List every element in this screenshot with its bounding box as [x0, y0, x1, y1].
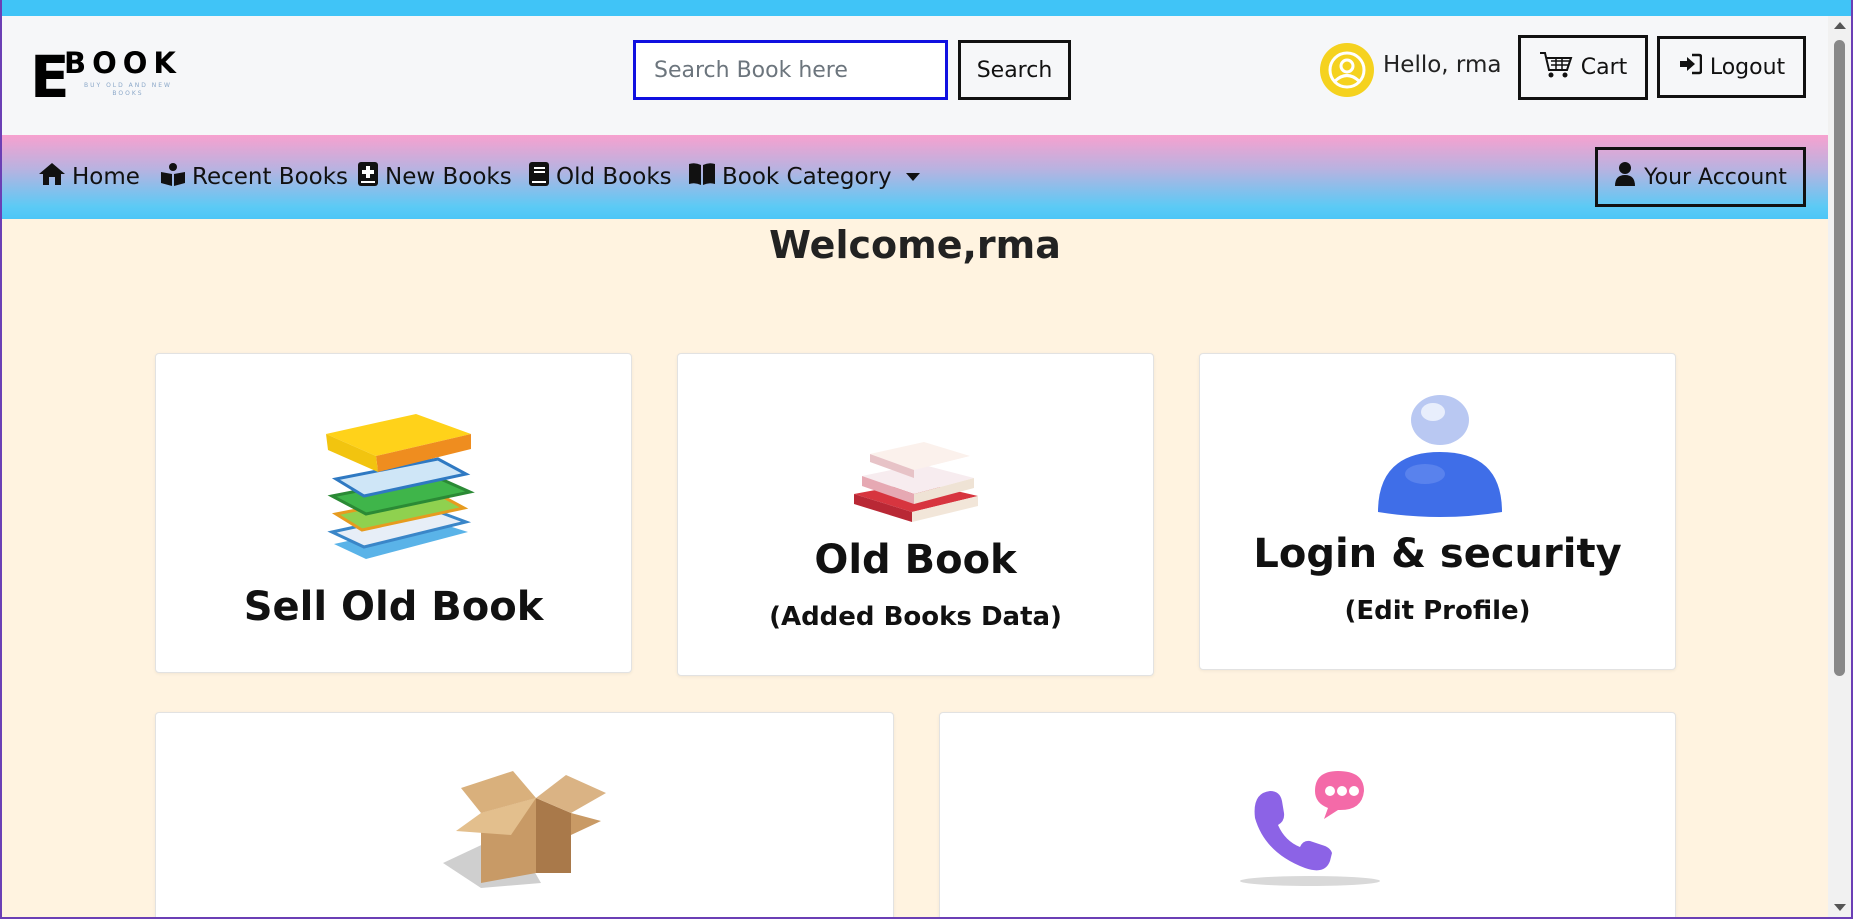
- user-icon: [1614, 162, 1636, 192]
- nav-item-label: Old Books: [556, 164, 672, 190]
- book-stack-icon: [316, 404, 476, 573]
- home-icon: [38, 162, 66, 192]
- chevron-down-icon: [905, 173, 920, 181]
- ebook-logo[interactable]: E BOOK BUY OLD AND NEW BOOKS: [30, 46, 200, 116]
- your-account-button[interactable]: Your Account: [1595, 147, 1806, 207]
- user-greeting: Hello, rma: [1383, 52, 1502, 78]
- search-input[interactable]: [633, 40, 948, 100]
- site-header: E BOOK BUY OLD AND NEW BOOKS Search Hell…: [2, 16, 1828, 135]
- nav-item-home[interactable]: Home: [38, 135, 140, 219]
- scroll-down-arrow-icon[interactable]: [1834, 904, 1846, 911]
- page-scrollbar[interactable]: [1828, 16, 1851, 917]
- user-3d-icon: [1375, 394, 1505, 523]
- open-box-icon: [441, 763, 611, 892]
- card-title: Login & security: [1253, 531, 1622, 577]
- cart-icon: [1539, 50, 1573, 86]
- book-icon: [528, 161, 550, 193]
- logout-button[interactable]: Logout: [1657, 36, 1806, 98]
- contact-card[interactable]: [939, 712, 1676, 917]
- phone-chat-icon: [1230, 763, 1390, 892]
- orders-card[interactable]: [155, 712, 894, 917]
- old-books-icon: [848, 434, 983, 528]
- nav-item-label: Book Category: [722, 164, 892, 190]
- card-title: Old Book: [814, 537, 1017, 583]
- book-open-icon: [688, 162, 716, 192]
- main-navbar: Home Recent Books New Books Old Books Bo…: [2, 135, 1828, 219]
- cart-button[interactable]: Cart: [1518, 35, 1648, 100]
- open-book-icon: [160, 162, 186, 192]
- nav-item-label: Home: [72, 164, 140, 190]
- browser-viewport: E BOOK BUY OLD AND NEW BOOKS Search Hell…: [2, 0, 1851, 917]
- old-book-card[interactable]: Old Book (Added Books Data): [677, 353, 1154, 676]
- logout-label: Logout: [1709, 54, 1786, 80]
- cart-label: Cart: [1580, 55, 1628, 80]
- logo-wordmark: BOOK: [64, 46, 182, 80]
- sell-old-book-card[interactable]: Sell Old Book: [155, 353, 632, 673]
- logout-icon: [1678, 53, 1703, 81]
- top-color-strip: [2, 0, 1851, 16]
- book-plus-icon: [357, 161, 379, 193]
- scroll-up-arrow-icon[interactable]: [1834, 22, 1846, 29]
- card-title: Sell Old Book: [243, 584, 544, 630]
- nav-item-old-books[interactable]: Old Books: [528, 135, 672, 219]
- card-subtitle: (Added Books Data): [769, 602, 1062, 632]
- login-security-card[interactable]: Login & security (Edit Profile): [1199, 353, 1676, 670]
- logo-tagline: BUY OLD AND NEW BOOKS: [83, 82, 172, 97]
- welcome-heading: Welcome,rma: [769, 223, 1061, 267]
- nav-item-label: Recent Books: [192, 164, 349, 190]
- nav-item-new-books[interactable]: New Books: [357, 135, 512, 219]
- your-account-label: Your Account: [1644, 164, 1787, 190]
- scrollbar-thumb[interactable]: [1834, 40, 1845, 676]
- search-button[interactable]: Search: [958, 40, 1071, 100]
- nav-item-label: New Books: [385, 164, 512, 190]
- nav-item-book-category[interactable]: Book Category: [688, 135, 920, 219]
- user-avatar-icon: [1320, 43, 1374, 97]
- search-button-label: Search: [976, 57, 1053, 83]
- nav-item-recent-books[interactable]: Recent Books: [160, 135, 348, 219]
- card-subtitle: (Edit Profile): [1344, 596, 1531, 626]
